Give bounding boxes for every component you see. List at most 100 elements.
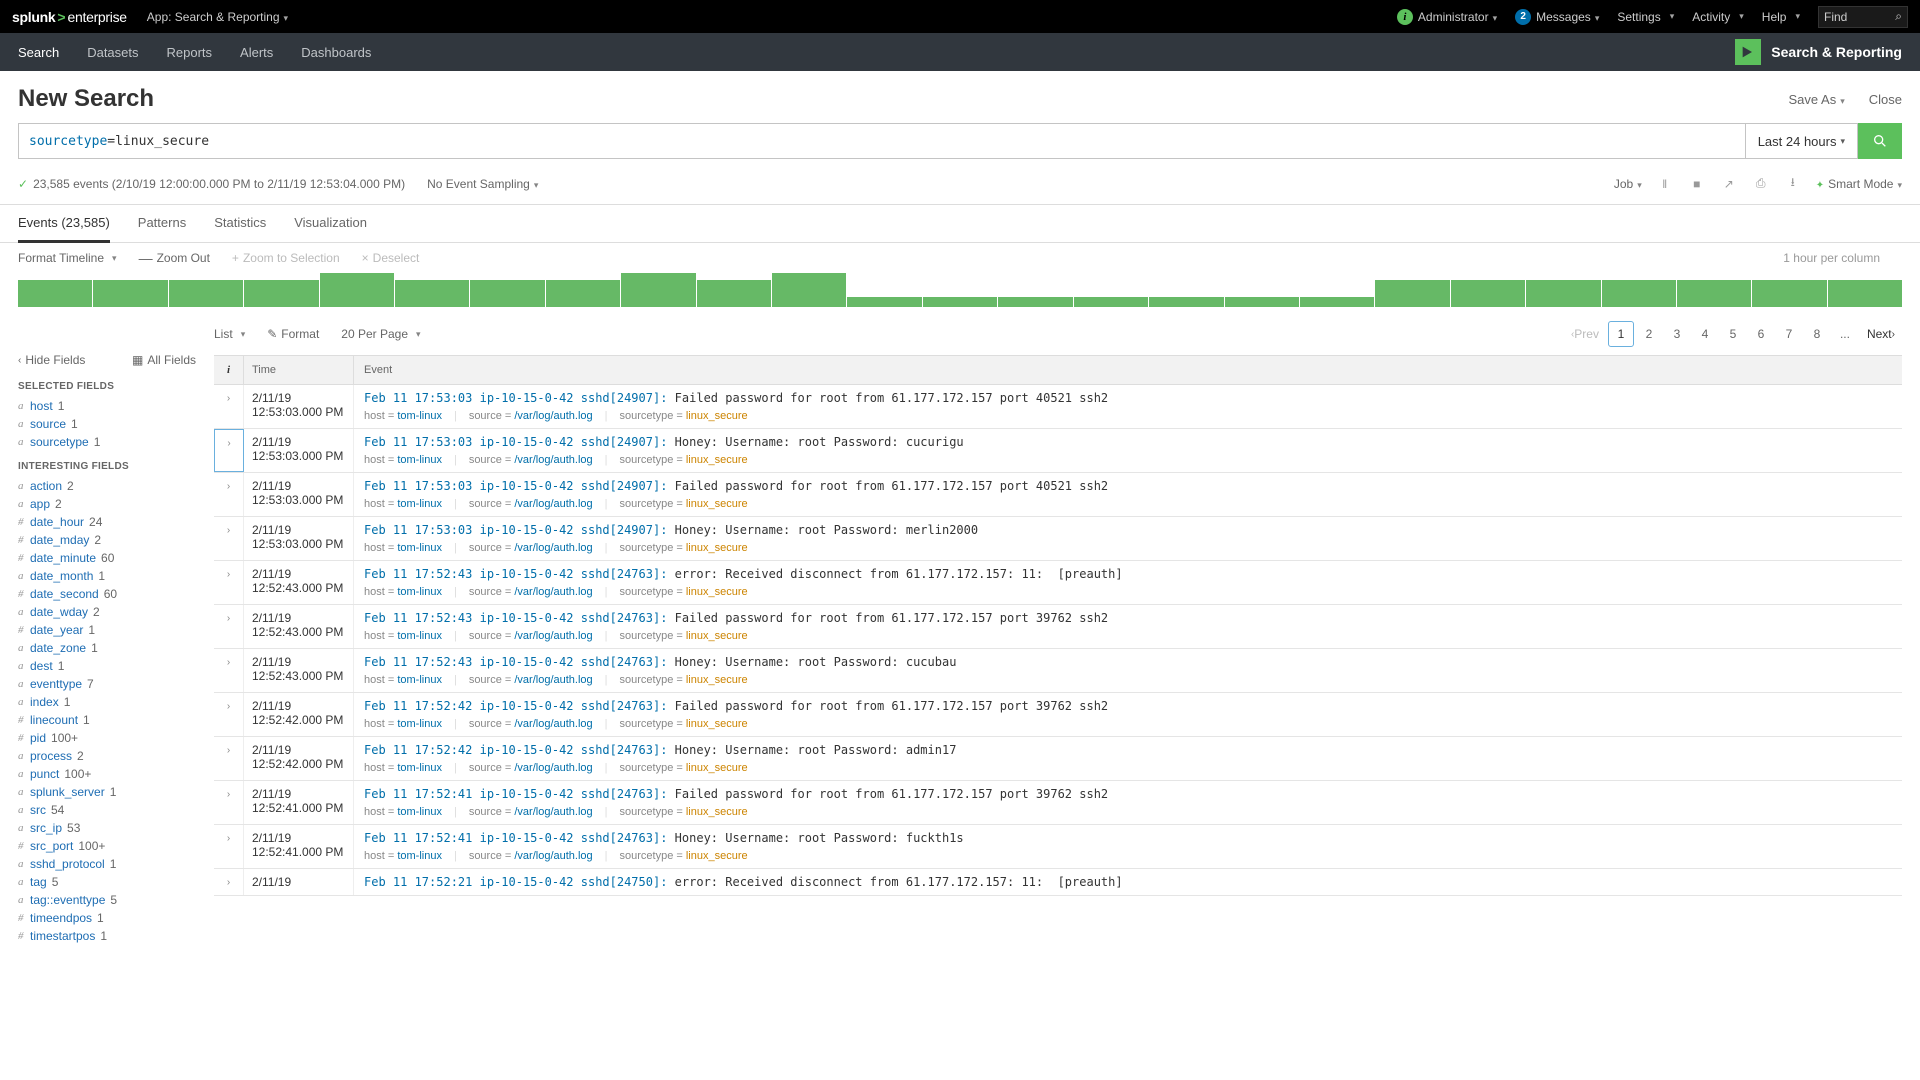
timeline-chart[interactable]: [0, 271, 1920, 307]
page-4-button[interactable]: 4: [1692, 321, 1718, 347]
meta-sourcetype[interactable]: linux_secure: [686, 806, 748, 818]
help-menu[interactable]: Help: [1762, 10, 1800, 24]
meta-sourcetype[interactable]: linux_secure: [686, 586, 748, 598]
field-src_ip[interactable]: asrc_ip53: [18, 819, 204, 837]
page-3-button[interactable]: 3: [1664, 321, 1690, 347]
field-index[interactable]: aindex1: [18, 693, 204, 711]
field-date_wday[interactable]: adate_wday2: [18, 603, 204, 621]
page-7-button[interactable]: 7: [1776, 321, 1802, 347]
expand-row-button[interactable]: ›: [214, 869, 244, 895]
event-body[interactable]: Feb 11 17:53:03 ip-10-15-0-42 sshd[24907…: [354, 429, 1902, 472]
expand-row-button[interactable]: ›: [214, 781, 244, 824]
tab-events[interactable]: Events (23,585): [18, 205, 110, 243]
event-body[interactable]: Feb 11 17:52:21 ip-10-15-0-42 sshd[24750…: [354, 869, 1902, 895]
meta-host[interactable]: tom-linux: [397, 762, 442, 774]
timeline-bar[interactable]: [1074, 297, 1148, 307]
meta-sourcetype[interactable]: linux_secure: [686, 498, 748, 510]
page-...-button[interactable]: ...: [1832, 321, 1858, 347]
timeline-bar[interactable]: [1225, 297, 1299, 307]
field-timestartpos[interactable]: #timestartpos1: [18, 927, 204, 945]
field-process[interactable]: aprocess2: [18, 747, 204, 765]
nav-item-search[interactable]: Search: [18, 45, 59, 60]
field-date_zone[interactable]: adate_zone1: [18, 639, 204, 657]
smart-mode-dropdown[interactable]: Smart Mode: [1816, 177, 1902, 191]
timeline-bar[interactable]: [18, 280, 92, 307]
expand-row-button[interactable]: ›: [214, 385, 244, 428]
timeline-bar[interactable]: [1526, 280, 1600, 307]
timeline-bar[interactable]: [244, 280, 318, 307]
tab-visualization[interactable]: Visualization: [294, 205, 367, 242]
meta-source[interactable]: /var/log/auth.log: [514, 454, 592, 466]
meta-source[interactable]: /var/log/auth.log: [514, 410, 592, 422]
zoom-out-button[interactable]: —Zoom Out: [139, 251, 210, 265]
administrator-menu[interactable]: i Administrator: [1397, 9, 1497, 25]
format-button[interactable]: ✎Format: [267, 327, 319, 341]
field-date_mday[interactable]: #date_mday2: [18, 531, 204, 549]
activity-menu[interactable]: Activity: [1692, 10, 1744, 24]
field-sourcetype[interactable]: asourcetype1: [18, 433, 204, 451]
meta-host[interactable]: tom-linux: [397, 806, 442, 818]
timeline-bar[interactable]: [998, 297, 1072, 307]
timeline-bar[interactable]: [697, 280, 771, 307]
export-icon[interactable]: ⭳: [1784, 173, 1802, 194]
field-tag::eventtype[interactable]: atag::eventtype5: [18, 891, 204, 909]
meta-source[interactable]: /var/log/auth.log: [514, 850, 592, 862]
time-column-header[interactable]: Time: [244, 356, 354, 384]
timeline-bar[interactable]: [1149, 297, 1223, 307]
meta-host[interactable]: tom-linux: [397, 586, 442, 598]
expand-row-button[interactable]: ›: [214, 649, 244, 692]
job-menu[interactable]: Job: [1614, 177, 1642, 191]
event-body[interactable]: Feb 11 17:52:43 ip-10-15-0-42 sshd[24763…: [354, 561, 1902, 604]
expand-row-button[interactable]: ›: [214, 605, 244, 648]
event-column-header[interactable]: Event: [354, 356, 1902, 384]
meta-sourcetype[interactable]: linux_secure: [686, 762, 748, 774]
time-range-picker[interactable]: Last 24 hours: [1746, 123, 1858, 159]
timeline-bar[interactable]: [546, 280, 620, 307]
field-punct[interactable]: apunct100+: [18, 765, 204, 783]
meta-host[interactable]: tom-linux: [397, 674, 442, 686]
timeline-bar[interactable]: [470, 280, 544, 307]
meta-sourcetype[interactable]: linux_secure: [686, 718, 748, 730]
page-1-button[interactable]: 1: [1608, 321, 1634, 347]
timeline-bar[interactable]: [320, 273, 394, 307]
page-8-button[interactable]: 8: [1804, 321, 1830, 347]
meta-source[interactable]: /var/log/auth.log: [514, 718, 592, 730]
meta-host[interactable]: tom-linux: [397, 718, 442, 730]
timeline-bar[interactable]: [93, 280, 167, 307]
pause-icon[interactable]: ‖: [1656, 177, 1674, 191]
page-2-button[interactable]: 2: [1636, 321, 1662, 347]
field-app[interactable]: aapp2: [18, 495, 204, 513]
nav-item-reports[interactable]: Reports: [167, 45, 213, 60]
field-date_second[interactable]: #date_second60: [18, 585, 204, 603]
meta-source[interactable]: /var/log/auth.log: [514, 542, 592, 554]
hide-fields-button[interactable]: ‹ Hide Fields: [18, 353, 85, 367]
field-date_minute[interactable]: #date_minute60: [18, 549, 204, 567]
event-body[interactable]: Feb 11 17:53:03 ip-10-15-0-42 sshd[24907…: [354, 517, 1902, 560]
meta-sourcetype[interactable]: linux_secure: [686, 674, 748, 686]
timeline-bar[interactable]: [772, 273, 846, 307]
field-pid[interactable]: #pid100+: [18, 729, 204, 747]
timeline-bar[interactable]: [621, 273, 695, 307]
find-input[interactable]: Find ⌕: [1818, 6, 1908, 28]
meta-source[interactable]: /var/log/auth.log: [514, 674, 592, 686]
timeline-bar[interactable]: [1375, 280, 1449, 307]
field-source[interactable]: asource1: [18, 415, 204, 433]
expand-row-button[interactable]: ›: [214, 561, 244, 604]
page-5-button[interactable]: 5: [1720, 321, 1746, 347]
field-splunk_server[interactable]: asplunk_server1: [18, 783, 204, 801]
meta-source[interactable]: /var/log/auth.log: [514, 630, 592, 642]
timeline-bar[interactable]: [923, 297, 997, 307]
field-timeendpos[interactable]: #timeendpos1: [18, 909, 204, 927]
format-timeline-dropdown[interactable]: Format Timeline: [18, 251, 117, 265]
field-date_month[interactable]: adate_month1: [18, 567, 204, 585]
tab-statistics[interactable]: Statistics: [214, 205, 266, 242]
meta-sourcetype[interactable]: linux_secure: [686, 410, 748, 422]
meta-source[interactable]: /var/log/auth.log: [514, 762, 592, 774]
meta-host[interactable]: tom-linux: [397, 410, 442, 422]
timeline-bar[interactable]: [1752, 280, 1826, 307]
zoom-selection-button[interactable]: +Zoom to Selection: [232, 251, 340, 265]
app-context-dropdown[interactable]: App: Search & Reporting: [147, 10, 288, 24]
meta-host[interactable]: tom-linux: [397, 498, 442, 510]
field-src_port[interactable]: #src_port100+: [18, 837, 204, 855]
save-as-button[interactable]: Save As: [1789, 92, 1845, 107]
